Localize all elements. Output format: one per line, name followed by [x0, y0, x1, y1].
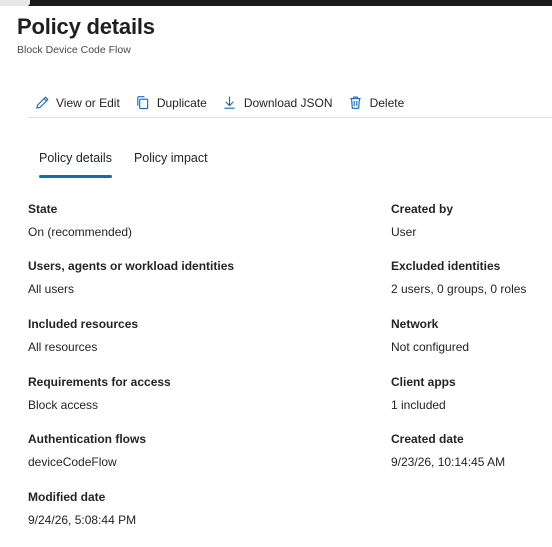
created-by-field: Created by User — [391, 202, 453, 239]
view-or-edit-button[interactable]: View or Edit — [34, 90, 120, 116]
modified-date-label: Modified date — [28, 490, 106, 504]
tab-policy-details[interactable]: Policy details — [39, 148, 112, 178]
page-subtitle: Block Device Code Flow — [17, 44, 131, 56]
modified-date-value: 9/24/26, 5:08:44 PM — [28, 513, 137, 527]
tab-policy-impact[interactable]: Policy impact — [134, 148, 208, 178]
duplicate-label: Duplicate — [156, 95, 207, 110]
delete-button[interactable]: Delete — [348, 90, 405, 116]
created-by-value: User — [391, 225, 417, 239]
users-field: Users, agents or workload identities All… — [28, 259, 234, 296]
delete-label: Delete — [369, 95, 405, 110]
excluded-identities-label: Excluded identities — [391, 259, 501, 273]
download-json-button[interactable]: Download JSON — [222, 90, 333, 116]
client-apps-label: Client apps — [391, 375, 456, 389]
state-field: State On (recommended) — [28, 202, 132, 239]
duplicate-button[interactable]: Duplicate — [135, 90, 207, 116]
auth-flows-value: deviceCodeFlow — [28, 455, 117, 469]
state-value: On (recommended) — [28, 225, 133, 239]
users-value: All users — [28, 282, 75, 296]
included-resources-field: Included resources All resources — [28, 317, 138, 354]
created-date-value: 9/23/26, 10:14:45 AM — [391, 455, 506, 469]
modified-date-field: Modified date 9/24/26, 5:08:44 PM — [28, 490, 136, 527]
download-icon — [222, 95, 238, 111]
requirements-field: Requirements for access Block access — [28, 375, 171, 412]
pencil-icon — [34, 95, 50, 111]
copy-icon — [135, 95, 151, 111]
network-label: Network — [391, 317, 439, 331]
included-resources-label: Included resources — [28, 317, 139, 331]
policy-tabs: Policy details Policy impact — [39, 148, 230, 178]
created-date-field: Created date 9/23/26, 10:14:45 AM — [391, 432, 505, 469]
requirements-value: Block access — [28, 398, 99, 412]
auth-flows-field: Authentication flows deviceCodeFlow — [28, 432, 146, 469]
window-top-bar — [0, 0, 552, 6]
network-value: Not configured — [391, 340, 470, 354]
client-apps-field: Client apps 1 included — [391, 375, 456, 412]
auth-flows-label: Authentication flows — [28, 432, 146, 446]
excluded-identities-value: 2 users, 0 groups, 0 roles — [391, 282, 527, 296]
users-label: Users, agents or workload identities — [28, 259, 235, 273]
network-field: Network Not configured — [391, 317, 469, 354]
command-bar: View or Edit Duplicate Download JSON Del… — [28, 88, 552, 118]
download-json-label: Download JSON — [243, 95, 333, 110]
included-resources-value: All resources — [28, 340, 98, 354]
trash-icon — [348, 95, 364, 111]
created-by-label: Created by — [391, 202, 454, 216]
state-label: State — [28, 202, 58, 216]
requirements-label: Requirements for access — [28, 375, 171, 389]
window-top-bar-tab — [0, 0, 30, 6]
view-or-edit-label: View or Edit — [56, 95, 120, 110]
page-title: Policy details — [17, 14, 155, 39]
client-apps-value: 1 included — [391, 398, 446, 412]
created-date-label: Created date — [391, 432, 464, 446]
excluded-identities-field: Excluded identities 2 users, 0 groups, 0… — [391, 259, 526, 296]
